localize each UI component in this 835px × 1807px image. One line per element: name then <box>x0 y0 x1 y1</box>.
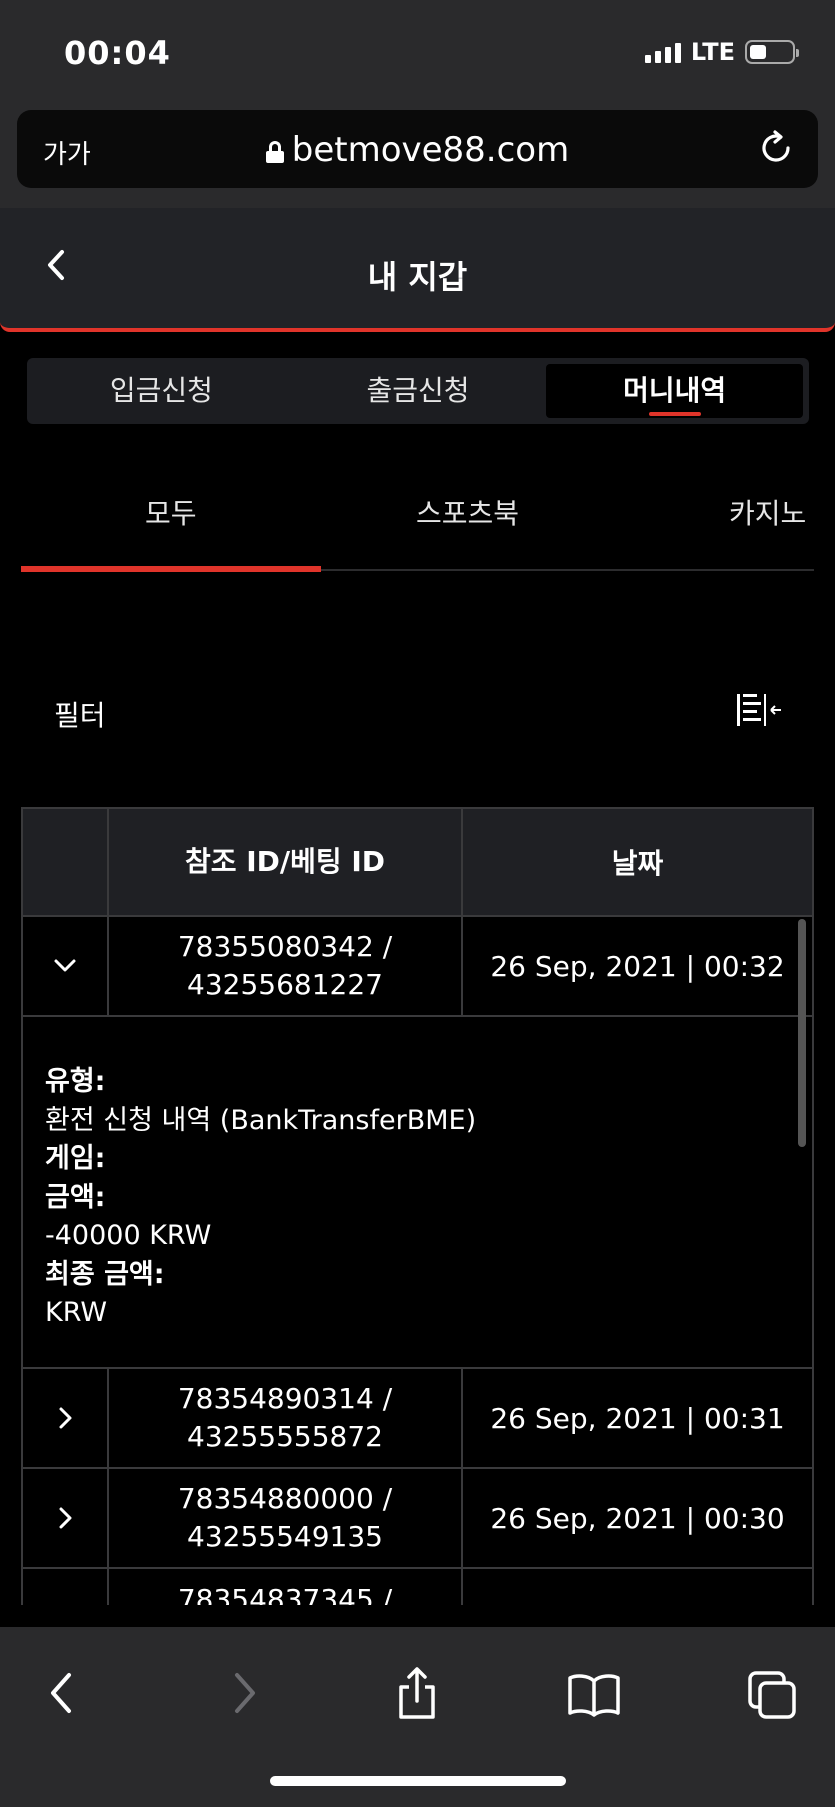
table-scrollbar[interactable] <box>798 919 806 1147</box>
history-subtabs: 모두 스포츠북 카지노 <box>21 468 814 572</box>
url-text: betmove88.com <box>291 130 570 170</box>
bet-id: 43255681227 <box>187 968 383 1001</box>
table-row[interactable]: 78354890314 / 43255555872 26 Sep, 2021 | … <box>23 1367 812 1467</box>
ref-id-cell: 78354890314 / 43255555872 <box>109 1369 463 1467</box>
signal-icon <box>644 41 681 63</box>
ref-id-cell: 78354837345 / <box>109 1569 463 1605</box>
reload-icon[interactable] <box>756 128 796 168</box>
browser-chrome: 가가 betmove88.com <box>0 108 835 208</box>
wallet-tabs: 입금신청 출금신청 머니내역 <box>27 358 809 424</box>
ref-id: 78354837345 / <box>177 1583 393 1605</box>
ref-id: 78354880000 / <box>177 1482 393 1515</box>
back-nav-icon[interactable] <box>33 1663 93 1723</box>
date-cell: 26 Sep, 2021 | 00:31 <box>490 1401 785 1435</box>
share-icon[interactable] <box>387 1663 447 1723</box>
subtab-all[interactable]: 모두 <box>145 492 197 532</box>
row-detail: 유형: 환전 신청 내역 (BankTransferBME) 게임: 금액: -… <box>23 1015 812 1367</box>
tab-money-history[interactable]: 머니내역 <box>546 364 804 418</box>
header-date: 날짜 <box>611 847 664 880</box>
amount-label: 금액: <box>45 1181 106 1213</box>
chevron-right-icon <box>59 1507 72 1529</box>
amount-value: -40000 KRW <box>45 1220 212 1251</box>
tab-deposit[interactable]: 입금신청 <box>33 364 290 418</box>
chevron-down-icon <box>54 959 76 972</box>
status-time: 00:04 <box>64 34 171 72</box>
home-indicator <box>270 1776 566 1786</box>
url-display[interactable]: betmove88.com <box>17 130 818 170</box>
bet-id: 43255555872 <box>187 1420 383 1453</box>
ref-id: 78354890314 / <box>177 1382 393 1415</box>
table-row[interactable]: 78354837345 / <box>23 1567 812 1605</box>
subtab-sportsbook[interactable]: 스포츠북 <box>416 492 519 532</box>
page-header: 내 지갑 <box>0 208 835 332</box>
status-indicators: LTE <box>644 38 799 66</box>
date-cell: 26 Sep, 2021 | 00:32 <box>490 949 785 983</box>
bookmarks-icon[interactable] <box>564 1663 624 1723</box>
lock-icon <box>265 141 284 163</box>
table-row[interactable]: 78355080342 / 43255681227 26 Sep, 2021 | … <box>23 915 812 1015</box>
ref-id-cell: 78354880000 / 43255549135 <box>109 1469 463 1567</box>
header-ref-id: 참조 ID/베팅 ID <box>109 809 463 915</box>
expand-toggle[interactable] <box>23 1369 109 1467</box>
chevron-right-icon <box>59 1407 72 1429</box>
ref-id-cell: 78355080342 / 43255681227 <box>109 917 463 1015</box>
type-value: 환전 신청 내역 (BankTransferBME) <box>45 1104 477 1136</box>
filter-label: 필터 <box>54 699 106 732</box>
network-label: LTE <box>690 38 735 66</box>
address-bar[interactable]: 가가 betmove88.com <box>17 110 818 188</box>
collapse-toggle[interactable] <box>23 917 109 1015</box>
table-row[interactable]: 78354880000 / 43255549135 26 Sep, 2021 | … <box>23 1467 812 1567</box>
type-label: 유형: <box>45 1066 106 1097</box>
tabs-icon[interactable] <box>742 1663 802 1723</box>
status-bar: 00:04 LTE <box>0 0 835 108</box>
page-title: 내 지갑 <box>367 258 468 296</box>
date-cell <box>463 1569 812 1605</box>
final-amount-label: 최종 금액: <box>45 1258 165 1290</box>
filter-toggle-icon[interactable] <box>737 690 783 730</box>
history-table: 참조 ID/베팅 ID 날짜 78355080342 / 43255681227 … <box>21 807 814 1605</box>
final-amount-value: KRW <box>45 1297 108 1328</box>
tab-withdraw[interactable]: 출금신청 <box>290 364 547 418</box>
expand-toggle[interactable] <box>23 1469 109 1567</box>
subtab-casino[interactable]: 카지노 <box>729 492 806 532</box>
active-tab-indicator <box>21 566 321 572</box>
game-label: 게임: <box>45 1143 106 1174</box>
bet-id: 43255549135 <box>187 1520 383 1553</box>
header-toggle-cell <box>23 809 109 915</box>
ref-id: 78355080342 / <box>177 930 393 963</box>
table-header: 참조 ID/베팅 ID 날짜 <box>23 807 812 915</box>
expand-toggle[interactable] <box>23 1569 109 1605</box>
date-cell: 26 Sep, 2021 | 00:30 <box>490 1501 785 1535</box>
battery-icon <box>745 40 799 64</box>
forward-nav-icon[interactable] <box>213 1663 273 1723</box>
